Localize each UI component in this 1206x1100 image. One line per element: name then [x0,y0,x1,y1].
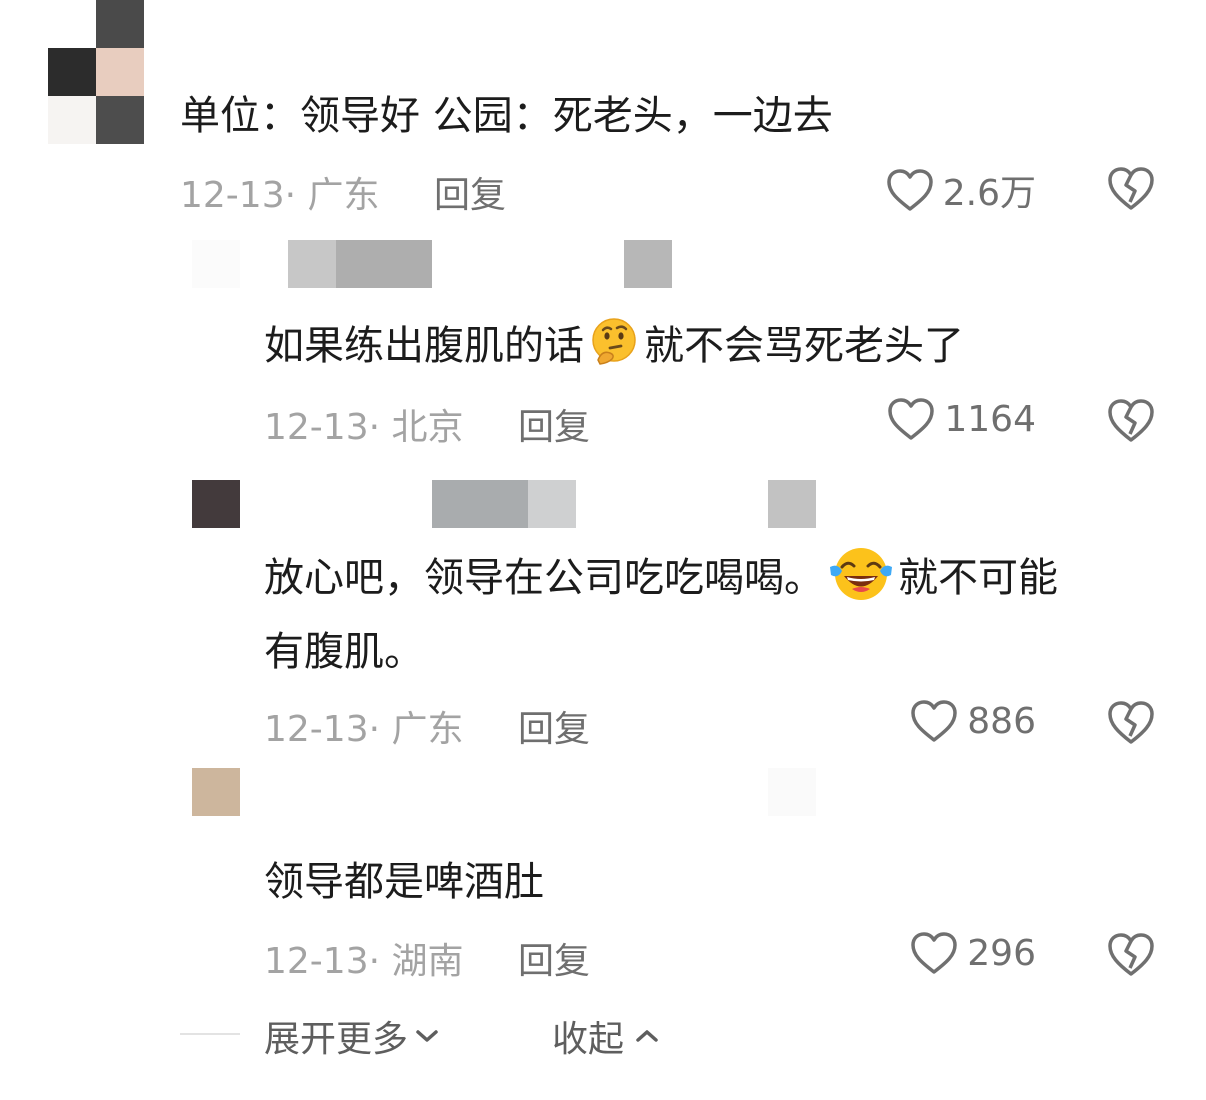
broken-heart-icon[interactable] [1106,930,1156,978]
collapse-button[interactable]: 收起 [552,1010,660,1062]
heart-icon [911,700,958,742]
heart-icon [886,169,933,211]
avatar[interactable] [192,240,240,288]
like-count: 886 [967,700,1036,742]
reply-button[interactable]: 回复 [518,932,590,984]
reply-date-location: 12-13· 北京 [264,407,464,448]
avatar-pixel [48,96,96,144]
chevron-down-icon [416,1030,438,1042]
reply-text: 领导都是啤酒肚 [264,859,544,905]
broken-heart-icon[interactable] [1106,164,1156,212]
thinking-face-icon [592,318,636,365]
reply-text-part: 放心吧，领导在公司吃吃喝喝。 [264,555,824,601]
divider [180,1033,240,1035]
avatar[interactable] [192,480,240,528]
blurred-username [336,240,432,288]
heart-icon [888,398,935,440]
avatar[interactable] [192,768,240,816]
reply-text: 放心吧，领导在公司吃吃喝喝。 就不可能 [264,542,1058,614]
avatar-pixel [48,48,96,96]
avatar[interactable] [48,0,144,144]
chevron-up-icon [636,1030,658,1042]
avatar-pixel [96,96,144,144]
reply-button[interactable]: 回复 [434,166,506,218]
like-count: 1164 [944,398,1036,440]
reply-text-line2: 有腹肌。 [264,629,424,675]
comment-text: 单位：领导好 公园：死老头，一边去 [180,93,833,139]
reply-button[interactable]: 回复 [518,700,590,752]
reply-text-part: 就不会骂死老头了 [644,323,964,369]
blurred-username [288,240,336,288]
like-button[interactable]: 1164 [886,396,1036,442]
tears-of-joy-icon [830,548,892,600]
comment-thread: 单位：领导好 公园：死老头，一边去 12-13· 广东 回复 2.6万 如果练出… [0,0,1206,1100]
reply-text-part: 就不可能 [898,555,1058,601]
blurred-username [768,768,816,816]
reply-date-location: 12-13· 湖南 [264,941,464,982]
like-count: 2.6万 [942,173,1036,214]
reply-text: 如果练出腹肌的话 就不会骂死老头了 [264,310,964,382]
reply-date-location: 12-13· 广东 [264,709,464,750]
blurred-username [624,240,672,288]
collapse-label: 收起 [552,1019,625,1060]
like-button[interactable]: 2.6万 [885,164,1036,216]
blurred-username [432,480,528,528]
expand-more-label: 展开更多 [264,1019,409,1060]
like-button[interactable]: 886 [909,698,1036,744]
like-count: 296 [967,932,1036,974]
reply-text-part: 如果练出腹肌的话 [264,323,584,369]
expand-more-button[interactable]: 展开更多 [264,1010,440,1062]
broken-heart-icon[interactable] [1106,698,1156,746]
blurred-username [768,480,816,528]
blurred-username [528,480,576,528]
reply-button[interactable]: 回复 [518,398,590,450]
heart-icon [911,932,958,974]
avatar-pixel [96,48,144,96]
avatar-pixel [96,0,144,48]
broken-heart-icon[interactable] [1106,396,1156,444]
like-button[interactable]: 296 [909,930,1036,976]
comment-date-location: 12-13· 广东 [180,175,380,216]
